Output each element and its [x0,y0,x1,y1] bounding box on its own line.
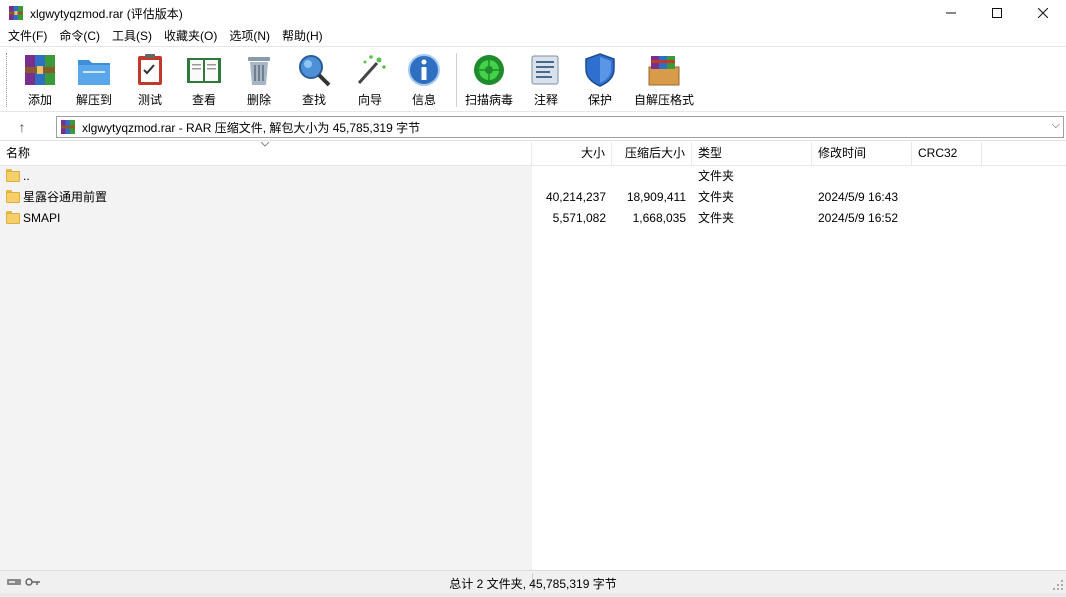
menu-file[interactable]: 文件(F) [2,26,53,46]
file-type: 文件夹 [698,211,735,225]
test-button[interactable]: 测试 [130,51,170,109]
resize-grip-icon[interactable] [1052,579,1064,591]
rar-archive-icon [60,119,76,135]
virus-scan-label: 扫描病毒 [464,93,513,107]
toolbar-grip[interactable] [6,53,9,107]
comment-label: 注释 [533,93,558,107]
extract-to-label: 解压到 [75,93,112,107]
toolbar-separator [456,53,457,107]
info-label: 信息 [411,93,436,107]
background-window-strip [0,593,1066,597]
protect-label: 保护 [587,93,612,107]
status-summary: 总计 2 文件夹, 45,785,319 字节 [449,577,617,591]
magic-wand-icon [351,51,389,89]
table-row[interactable]: SMAPI 5,571,082 1,668,035 文件夹 2024/5/9 1… [0,208,1066,229]
maximize-button[interactable] [974,0,1020,26]
file-name: 星露谷通用前置 [23,190,108,204]
file-name: SMAPI [23,211,61,225]
close-button[interactable] [1020,0,1066,26]
info-icon [405,51,443,89]
address-row: ↑ xlgwytyqzmod.rar - RAR 压缩文件, 解包大小为 45,… [0,113,1066,141]
menu-tools[interactable]: 工具(S) [106,26,158,46]
add-button[interactable]: 添加 [20,51,60,109]
table-row[interactable]: 星露谷通用前置 40,214,237 18,909,411 文件夹 2024/5… [0,187,1066,208]
folder-extract-icon [75,51,113,89]
address-text: xlgwytyqzmod.rar - RAR 压缩文件, 解包大小为 45,78… [82,120,421,135]
menu-options[interactable]: 选项(N) [223,26,276,46]
column-crc[interactable]: CRC32 [912,142,982,166]
file-type: 文件夹 [698,190,735,204]
menu-commands[interactable]: 命令(C) [53,26,106,46]
menu-favorites[interactable]: 收藏夹(O) [158,26,223,46]
sfx-label: 自解压格式 [633,93,694,107]
status-bar: 总计 2 文件夹, 45,785,319 字节 [0,570,1066,593]
toolbar: 添加 解压到 测试 查看 删除 查找 向导 信息 扫描病毒 注释 保护 自解压格… [0,46,1066,112]
comment-button[interactable]: 注释 [526,51,566,109]
table-row[interactable]: .. 文件夹 [0,166,1066,187]
minimize-button[interactable] [928,0,974,26]
delete-label: 删除 [246,93,271,107]
virus-scan-button[interactable]: 扫描病毒 [464,51,514,109]
folder-icon [6,211,20,225]
folder-icon [6,169,20,183]
arrow-up-icon: ↑ [18,119,26,135]
file-modified: 2024/5/9 16:52 [818,211,899,225]
file-name: .. [23,169,30,183]
menu-help[interactable]: 帮助(H) [276,26,329,46]
sort-caret-icon [260,139,270,149]
winrar-app-icon [8,5,24,21]
chevron-down-icon[interactable]: ⌵ [1052,119,1060,132]
trash-icon [240,51,278,89]
file-packed [612,166,686,187]
comment-icon [527,51,565,89]
view-button[interactable]: 查看 [182,51,226,109]
file-list-header: 名称 大小 压缩后大小 类型 修改时间 CRC32 [0,142,1066,166]
column-size[interactable]: 大小 [532,142,612,166]
wizard-button[interactable]: 向导 [350,51,390,109]
file-size: 5,571,082 [552,211,606,225]
checklist-icon [131,51,169,89]
sfx-button[interactable]: 自解压格式 [632,51,696,109]
delete-button[interactable]: 删除 [240,51,278,109]
file-packed: 18,909,411 [626,190,686,204]
view-label: 查看 [191,93,216,107]
file-size: 40,214,237 [545,190,606,204]
sfx-box-icon [645,51,683,89]
test-label: 测试 [137,93,162,107]
protect-button[interactable]: 保护 [580,51,620,109]
menu-bar: 文件(F) 命令(C) 工具(S) 收藏夹(O) 选项(N) 帮助(H) [0,26,1066,46]
title-bar: xlgwytyqzmod.rar (评估版本) [0,0,1066,26]
column-packed[interactable]: 压缩后大小 [612,142,692,166]
file-type: 文件夹 [698,169,735,183]
shield-icon [581,51,619,89]
address-box[interactable]: xlgwytyqzmod.rar - RAR 压缩文件, 解包大小为 45,78… [56,116,1064,138]
file-size [532,166,606,187]
find-button[interactable]: 查找 [294,51,334,109]
wizard-label: 向导 [357,93,382,107]
column-type[interactable]: 类型 [692,142,812,166]
file-list: .. 文件夹 星露谷通用前置 40,214,237 18,909,411 文件夹… [0,166,1066,570]
file-modified: 2024/5/9 16:43 [818,190,899,204]
archive-books-icon [21,51,59,89]
virus-scan-icon [470,51,508,89]
book-icon [185,51,223,89]
file-packed: 1,668,035 [632,211,686,225]
column-modified[interactable]: 修改时间 [812,142,912,166]
find-label: 查找 [301,93,326,107]
folder-icon [6,190,20,204]
window-title: xlgwytyqzmod.rar (评估版本) [30,6,183,21]
add-label: 添加 [27,93,52,107]
extract-to-button[interactable]: 解压到 [72,51,116,109]
magnifier-icon [295,51,333,89]
up-folder-button[interactable]: ↑ [10,117,34,137]
info-button[interactable]: 信息 [404,51,444,109]
